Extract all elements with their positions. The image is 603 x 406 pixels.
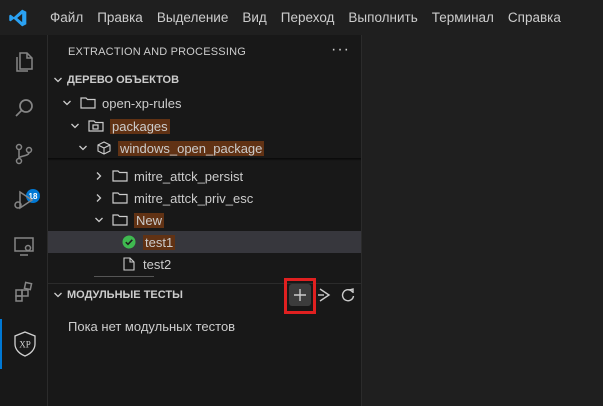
chevron-right-icon — [92, 169, 106, 183]
tree-item-mitre-attck-persist[interactable]: mitre_attck_persist — [48, 165, 361, 187]
chevron-down-icon — [51, 288, 65, 302]
menu-selection[interactable]: Выделение — [150, 10, 236, 25]
run-tests-button[interactable] — [315, 285, 335, 305]
more-actions-icon[interactable]: ··· — [331, 41, 350, 59]
tree-item-label: mitre_attck_persist — [134, 168, 244, 184]
svg-text:XP: XP — [19, 340, 31, 350]
search-icon — [14, 99, 33, 117]
title-bar: Файл Правка Выделение Вид Переход Выполн… — [0, 0, 603, 35]
folder-icon — [112, 190, 128, 206]
tree-item-new[interactable]: New — [48, 209, 361, 231]
remote-explorer-button[interactable] — [0, 223, 47, 269]
tree-item-label: windows_open_package — [118, 140, 265, 156]
explorer-button[interactable] — [0, 39, 47, 85]
source-control-button[interactable] — [0, 131, 47, 177]
section-title: ДЕРЕВО ОБЪЕКТОВ — [67, 74, 180, 86]
refresh-icon — [341, 288, 355, 302]
tree-item-label: open-xp-rules — [102, 95, 182, 111]
menu-bar: Файл Правка Выделение Вид Переход Выполн… — [43, 0, 568, 35]
tree-item-label: test2 — [143, 256, 172, 272]
sticky-scroll-shadow — [48, 158, 361, 161]
editor-area — [362, 35, 603, 406]
menu-terminal[interactable]: Терминал — [425, 10, 501, 25]
check-circle-icon — [121, 234, 137, 250]
package-folder-icon — [88, 118, 104, 134]
section-title: МОДУЛЬНЫЕ ТЕСТЫ — [67, 289, 183, 301]
tree-item-test1[interactable]: test1 — [48, 231, 361, 253]
menu-view[interactable]: Вид — [235, 10, 273, 25]
source-control-icon — [15, 143, 32, 165]
side-bar: EXTRACTION AND PROCESSING ··· ДЕРЕВО ОБЪ… — [48, 35, 362, 406]
refresh-button[interactable] — [338, 285, 358, 305]
folder-icon — [112, 168, 128, 184]
run-all-icon — [318, 288, 331, 302]
xp-extension-button[interactable]: XP — [0, 319, 47, 369]
chevron-down-icon — [92, 213, 106, 227]
tree-item-label: test1 — [143, 234, 176, 250]
highlight-callout — [284, 278, 316, 314]
files-icon — [15, 52, 33, 72]
chevron-right-icon — [92, 191, 106, 205]
run-debug-icon — [13, 190, 33, 210]
chevron-down-icon — [51, 73, 65, 87]
package-icon — [96, 140, 112, 156]
tree-item-mitre-attck-priv-esc[interactable]: mitre_attck_priv_esc — [48, 187, 361, 209]
tree-item-windows-open-package[interactable]: windows_open_package — [48, 137, 361, 159]
menu-file[interactable]: Файл — [43, 10, 90, 25]
vscode-logo-icon — [9, 9, 27, 27]
menu-edit[interactable]: Правка — [90, 10, 150, 25]
menu-help[interactable]: Справка — [501, 10, 568, 25]
xp-shield-icon: XP — [13, 331, 36, 357]
tree-item-open-xp-rules[interactable]: open-xp-rules — [48, 92, 361, 114]
activity-bar: 18 XP — [0, 35, 48, 406]
object-tree-section-header[interactable]: ДЕРЕВО ОБЪЕКТОВ — [48, 69, 361, 91]
folder-icon — [80, 95, 96, 111]
run-debug-button[interactable] — [0, 177, 47, 223]
chevron-down-icon — [68, 119, 82, 133]
chevron-down-icon — [60, 96, 74, 110]
tree-item-label: mitre_attck_priv_esc — [134, 190, 254, 206]
file-icon — [121, 256, 137, 272]
extensions-icon — [14, 281, 32, 302]
tree-item-label: packages — [110, 118, 170, 134]
remote-monitor-icon — [13, 237, 34, 256]
folder-icon — [112, 212, 128, 228]
tree-item-test2[interactable]: test2 — [48, 253, 361, 275]
sidebar-title: EXTRACTION AND PROCESSING — [68, 46, 246, 58]
tree-item-packages[interactable]: packages — [48, 115, 361, 137]
menu-run[interactable]: Выполнить — [341, 10, 424, 25]
search-button[interactable] — [0, 85, 47, 131]
menu-go[interactable]: Переход — [274, 10, 342, 25]
chevron-down-icon — [76, 141, 90, 155]
extensions-button[interactable] — [0, 269, 47, 315]
tree-item-label: New — [134, 212, 165, 228]
no-tests-message: Пока нет модульных тестов — [68, 319, 236, 334]
